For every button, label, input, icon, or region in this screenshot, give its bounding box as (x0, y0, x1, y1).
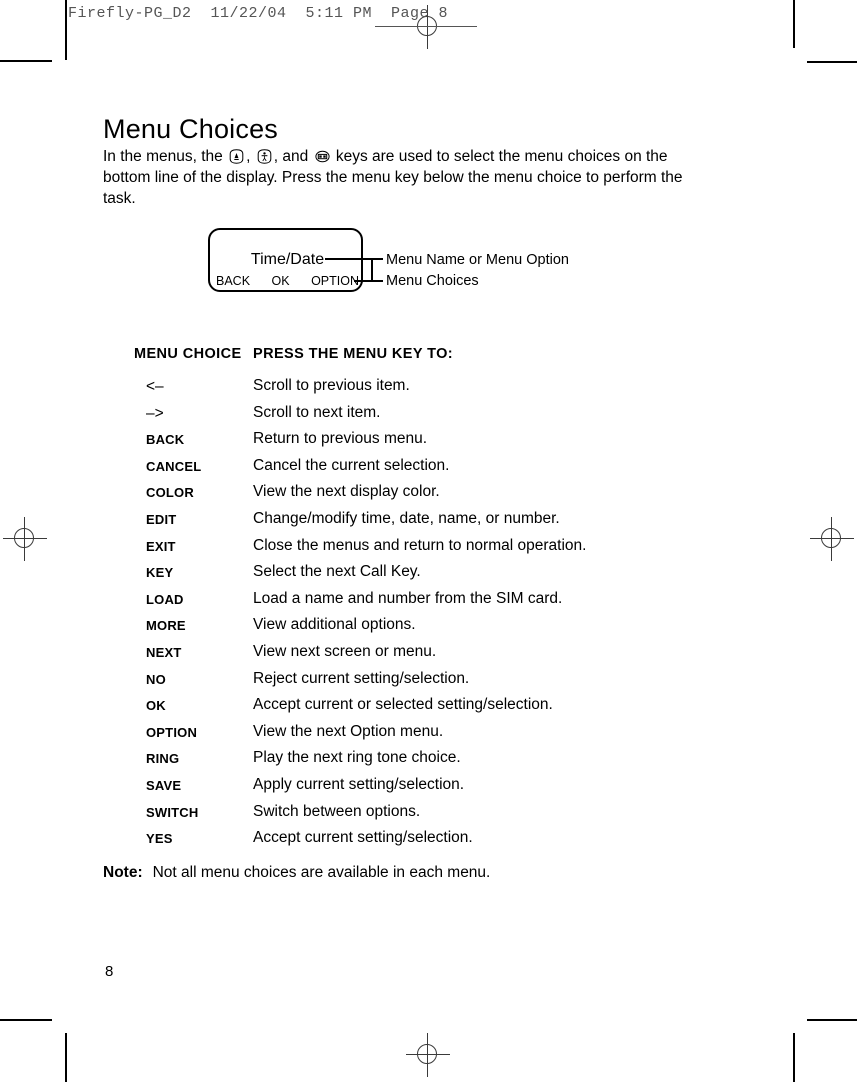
table-row: NEXT View next screen or menu. (0, 643, 857, 670)
table-row: YES Accept current setting/selection. (0, 829, 857, 856)
intro-text-part2: , (246, 147, 251, 165)
table-row: COLOR View the next display color. (0, 483, 857, 510)
menu-choice-label: EDIT (146, 511, 177, 527)
note-text: Not all menu choices are available in ea… (152, 864, 491, 881)
menu-choice-label: CANCEL (146, 458, 202, 474)
menu-choice-description: Scroll to next item. (253, 403, 381, 421)
table-row: BACK Return to previous menu. (0, 430, 857, 457)
table-row: OK Accept current or selected setting/sel… (0, 696, 857, 723)
menu-choice-description: Accept current setting/selection. (253, 829, 473, 847)
intro-paragraph: In the menus, the , , and keys are used … (103, 146, 713, 209)
menu-choice-description: Cancel the current selection. (253, 456, 450, 474)
callout-label-menu-choices: Menu Choices (386, 273, 479, 289)
menu-choice-description: Scroll to previous item. (253, 377, 410, 394)
menu-choice-label: KEY (146, 565, 174, 581)
menu-choice-description: Return to previous menu. (253, 430, 428, 448)
menu-choices-table: <– Scroll to previous item. –> Scroll to ne… (0, 377, 857, 856)
table-row: CANCEL Cancel the current selection. (0, 457, 857, 484)
menu-choice-description: View additional options. (253, 616, 416, 634)
callout-leader-top-tail (371, 258, 383, 260)
menu-choice-label: LOAD (146, 591, 184, 607)
table-row: EDIT Change/modify time, date, name, or n… (0, 510, 857, 537)
menu-choice-label: SWITCH (146, 804, 199, 820)
menu-choice-description: Select the next Call Key. (253, 563, 421, 581)
menu-display-key-icon (314, 149, 331, 164)
table-row: RING Play the next ring tone choice. (0, 749, 857, 776)
table-row: <– Scroll to previous item. (0, 377, 857, 404)
menu-choice-label: OK (146, 698, 166, 714)
menu-choice-description: Switch between options. (253, 802, 421, 820)
table-row: EXIT Close the menus and return to normal… (0, 537, 857, 564)
display-soft-key-row: BACK OK OPTION (216, 274, 359, 288)
menu-choice-label: EXIT (146, 538, 176, 554)
table-row: OPTION View the next Option menu. (0, 723, 857, 750)
table-row: SAVE Apply current setting/selection. (0, 776, 857, 803)
menu-choice-label: NEXT (146, 644, 182, 660)
soft-key-option: OPTION (311, 274, 359, 288)
menu-choice-label: YES (146, 831, 173, 847)
menu-choice-description: Change/modify time, date, name, or numbe… (253, 509, 560, 527)
intro-text-part1: In the menus, the (103, 147, 223, 165)
table-row: MORE View additional options. (0, 616, 857, 643)
table-row: –> Scroll to next item. (0, 404, 857, 431)
menu-choice-description: Reject current setting/selection. (253, 669, 470, 687)
menu-choice-description: Close the menus and return to normal ope… (253, 536, 587, 554)
person-key-icon (256, 148, 273, 164)
menu-choice-label: <– (146, 378, 164, 395)
menu-choice-description: View the next Option menu. (253, 722, 444, 740)
callout-label-menu-name: Menu Name or Menu Option (386, 252, 569, 268)
page-content: Menu Choices In the menus, the , , and k… (0, 0, 857, 1082)
table-row: LOAD Load a name and number from the SIM … (0, 590, 857, 617)
menu-choice-label: BACK (146, 432, 185, 448)
menu-choice-description: Accept current or selected setting/selec… (253, 696, 553, 714)
menu-choice-label: OPTION (146, 724, 198, 740)
note-block: Note: Not all menu choices are available … (103, 864, 490, 882)
menu-choice-description: Apply current setting/selection. (253, 775, 465, 793)
phone-display-diagram: Time/Date BACK OK OPTION (208, 228, 363, 292)
callout-leader-bottom (354, 280, 383, 282)
table-row: NO Reject current setting/selection. (0, 670, 857, 697)
callout-leader-bracket (371, 258, 373, 281)
page-number: 8 (105, 963, 114, 980)
intro-text-part3: , and (273, 147, 309, 165)
soft-key-ok: OK (271, 274, 290, 288)
note-label: Note: (103, 864, 143, 881)
menu-choice-label: –> (146, 404, 164, 422)
menu-choice-label: RING (146, 751, 180, 767)
menu-choice-description: Play the next ring tone choice. (253, 749, 461, 767)
menu-choice-label: SAVE (146, 777, 182, 793)
display-menu-name: Time/Date (250, 251, 325, 268)
menu-choice-label: COLOR (146, 485, 194, 501)
table-row: KEY Select the next Call Key. (0, 563, 857, 590)
table-header-action: PRESS THE MENU KEY TO: (253, 346, 454, 362)
menu-choice-description: View the next display color. (253, 483, 440, 501)
up-arrow-key-icon (228, 148, 245, 164)
menu-choice-description: Load a name and number from the SIM card… (253, 589, 563, 607)
soft-key-back: BACK (216, 274, 251, 288)
menu-choice-label: NO (146, 671, 166, 687)
table-header-menu-choice: MENU CHOICE (134, 346, 242, 362)
page-title: Menu Choices (103, 114, 278, 145)
menu-choice-description: View next screen or menu. (253, 642, 437, 660)
menu-choice-label: MORE (146, 618, 186, 634)
table-row: SWITCH Switch between options. (0, 803, 857, 830)
